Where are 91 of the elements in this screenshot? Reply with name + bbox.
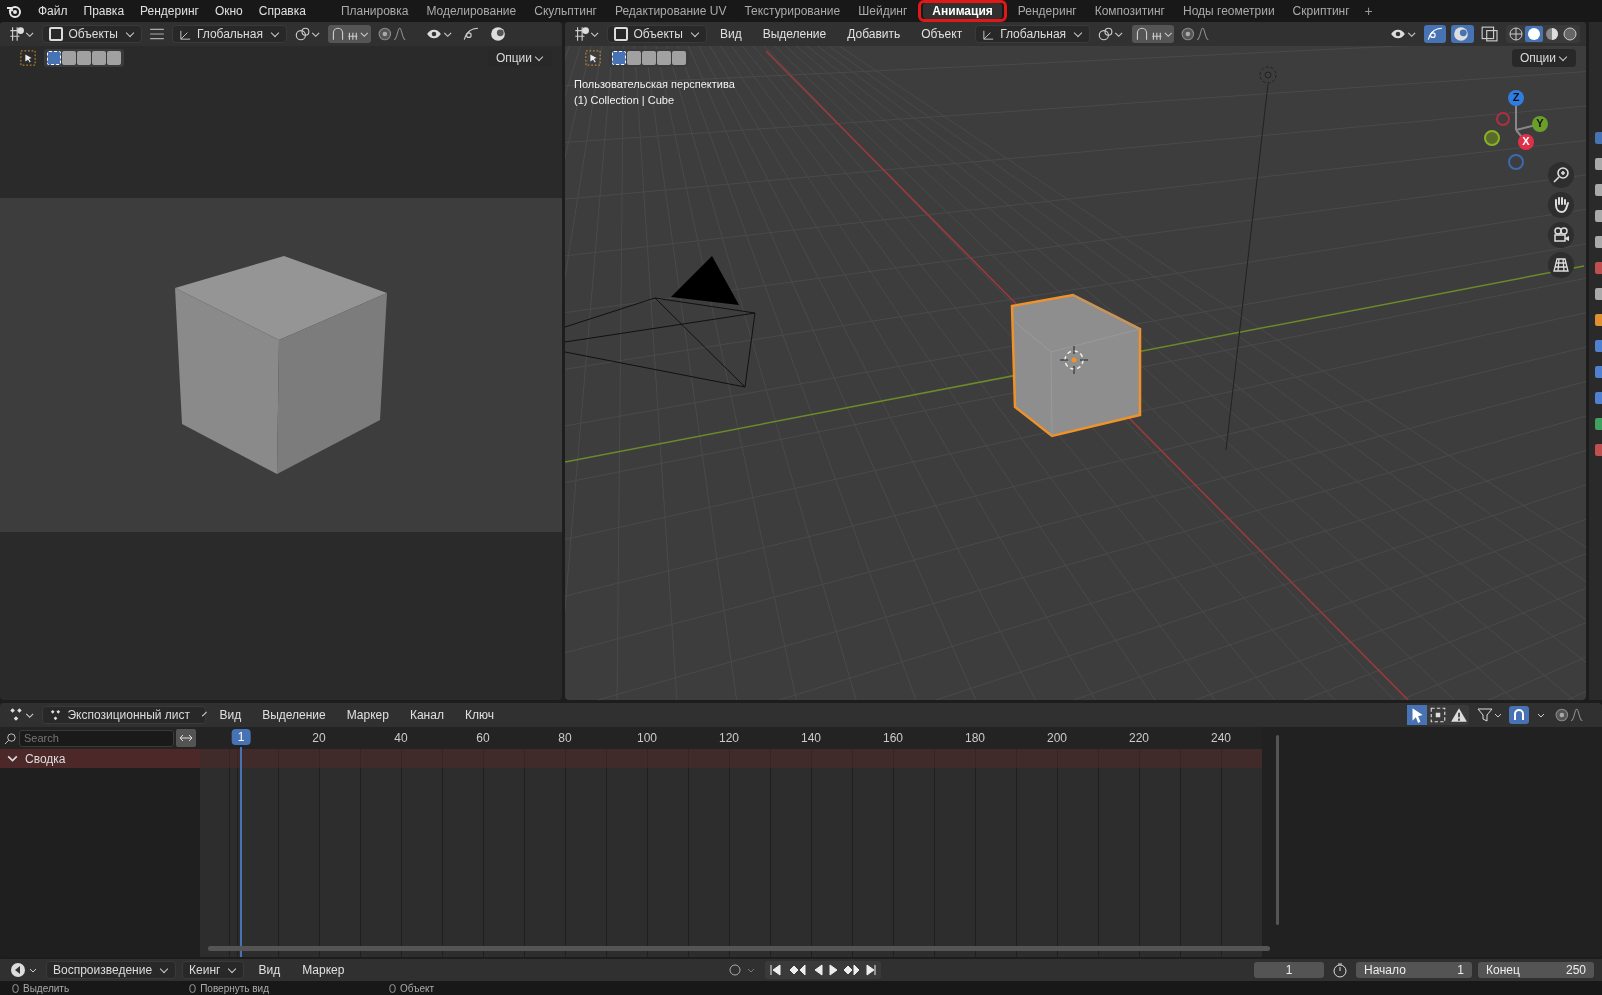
playback-dropdown[interactable]: Воспроизведение [46,961,177,979]
workspace-tab[interactable]: Шейдинг [849,1,917,21]
workspace-tab[interactable]: Планировка [331,1,418,21]
workspace-tab[interactable]: Скульптинг [525,1,606,21]
axis-label: Y [1535,117,1545,129]
stopwatch-icon[interactable] [1330,961,1350,979]
workspace-tab[interactable]: Текстурирование [735,1,850,21]
menu-item[interactable]: Вид [250,963,289,977]
menu-item[interactable]: Файл [30,4,76,18]
menu-item[interactable]: Добавить [839,27,909,41]
search-icon [4,731,17,745]
view-name-label: Пользовательская перспектива [574,78,735,90]
axis-label: Z [1511,91,1521,103]
add-workspace-button[interactable]: + [1358,3,1379,19]
snap-icon[interactable] [1131,25,1175,43]
xray-icon[interactable] [1478,25,1501,43]
selection-mode-buttons[interactable] [609,49,689,67]
frame-number: 120 [719,731,739,745]
status-hint: Выделить [12,982,70,995]
frame-number: 200 [1047,731,1067,745]
workspace-tab[interactable]: Ноды геометрии [1174,1,1284,21]
frame-number: 160 [883,731,903,745]
frame-number: 180 [965,731,985,745]
menu-item[interactable]: Маркер [338,708,397,722]
orientation-dropdown[interactable]: Глобальная [171,25,287,43]
menu-item[interactable]: Рендеринг [132,4,207,18]
select-tool-icon[interactable] [18,49,38,67]
search-field[interactable]: Search [19,729,174,747]
mode-dropdown[interactable]: Объекты [607,25,707,43]
menu-item[interactable]: Выделение [754,27,835,41]
keyframes-icon [49,708,63,722]
frame-number: 220 [1129,731,1149,745]
select-tool-icon[interactable] [583,49,603,67]
current-frame-field[interactable]: 1 [1254,962,1324,978]
workspace-tab[interactable]: Скриптинг [1283,1,1359,21]
menu-item[interactable]: Выделение [254,708,334,722]
axis-label: X [1521,135,1531,147]
shading-buttons[interactable] [1506,25,1580,43]
keying-dropdown[interactable]: Кеинг [182,961,245,979]
overlay-icon[interactable] [1451,25,1474,43]
start-frame-field[interactable]: Начало 1 [1356,962,1472,978]
playback-controls[interactable] [765,961,882,979]
menu-item[interactable]: Маркер [294,963,353,977]
mouse-icon [12,984,19,993]
snap-icon[interactable] [1509,706,1530,724]
frame-number: 20 [312,731,326,745]
current-frame-marker[interactable]: 1 [231,729,251,745]
filter-buttons[interactable] [1407,705,1470,725]
end-frame-field[interactable]: Конец 250 [1478,962,1594,978]
mode-dropdown[interactable]: Объекты [42,25,142,43]
workspace-tab[interactable]: Композитинг [1085,1,1174,21]
hand-icon[interactable] [1548,192,1574,218]
menu-item[interactable]: Вид [211,708,250,722]
workspace-tab[interactable]: Рендеринг [1008,1,1086,21]
menu-item[interactable]: Справка [250,4,314,18]
3d-cursor-icon [1059,345,1089,375]
selection-mode-buttons[interactable] [44,49,124,67]
gizmo-toggle-icon[interactable] [1424,25,1447,43]
workspace-tab[interactable]: Редактирование UV [605,1,736,21]
camera-icon[interactable] [1548,222,1574,248]
workspace-tab[interactable]: Моделирование [417,1,526,21]
grid-icon[interactable] [1548,252,1574,278]
workspace-tab[interactable]: Анимация [923,3,1002,19]
channel-row[interactable]: Сводка [0,749,200,768]
collection-info-label: (1) Collection | Cube [574,94,675,106]
frame-number: 40 [394,731,408,745]
frame-number: 80 [558,731,572,745]
menu-item[interactable]: Ключ [456,708,502,722]
options-dropdown[interactable]: Опции [1511,49,1576,67]
menu-item[interactable]: Окно [206,4,251,18]
orientation-dropdown[interactable]: Глобальная [975,25,1091,43]
menu-item[interactable]: Вид [711,27,750,41]
frame-number: 60 [476,731,490,745]
horizontal-scrollbar[interactable] [208,946,1270,951]
frame-number: 140 [801,731,821,745]
frame-number: 100 [637,731,657,745]
zoom-icon[interactable] [1548,162,1574,188]
editor-dropdown[interactable]: Экспозиционный лист [42,706,207,724]
mouse-icon [389,984,397,993]
frame-number: 240 [1211,731,1231,745]
menu-item[interactable]: Канал [401,708,452,722]
blender-logo-icon[interactable] [6,3,22,19]
mouse-icon [189,984,197,993]
swap-icon[interactable] [176,729,196,747]
channel-label: Сводка [25,751,66,766]
snap-icon[interactable] [328,25,372,43]
menu-item[interactable]: Объект [913,27,971,41]
status-hint: Объект [389,982,435,995]
vertical-scrollbar[interactable] [1276,735,1279,925]
status-hint: Повернуть вид [189,982,270,995]
menu-item[interactable]: Правка [75,4,133,18]
